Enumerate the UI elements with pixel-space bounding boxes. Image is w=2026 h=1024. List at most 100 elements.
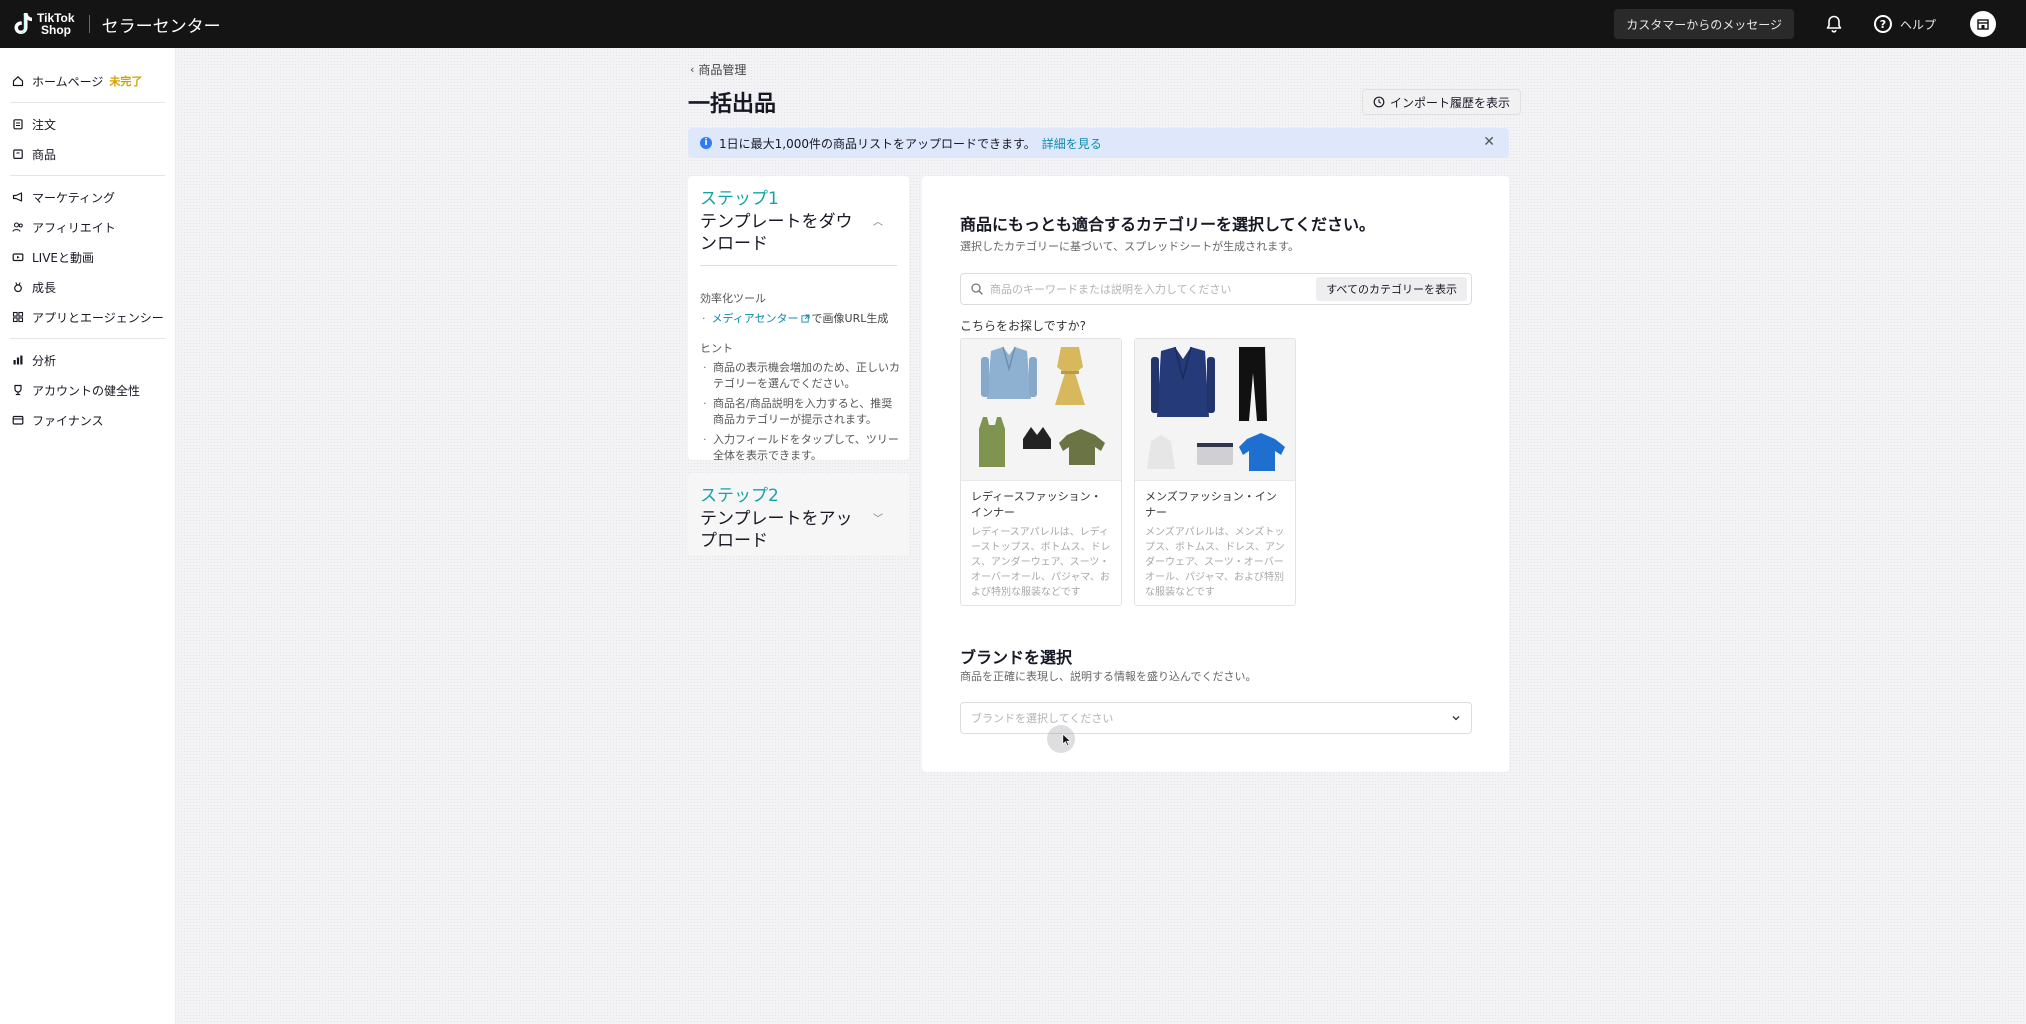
step2-header[interactable]: テンプレートをアップロード ﹀: [700, 508, 897, 552]
megaphone-icon: [12, 192, 23, 202]
category-search-input[interactable]: [984, 275, 1317, 303]
app-title: セラーセンター: [101, 16, 221, 37]
close-icon[interactable]: ✕: [1483, 134, 1495, 150]
sidebar-item-analytics[interactable]: 分析: [0, 345, 175, 375]
category-card-mens[interactable]: メンズファッション・インナー メンズアパレルは、メンズトップス、ボトムス、ドレス…: [1134, 338, 1296, 606]
breadcrumb[interactable]: ‹ 商品管理: [690, 61, 746, 78]
hint-item: 商品の表示機会増加のため、正しいカテゴリーを選んでください。: [700, 360, 900, 392]
breadcrumb-product-management: 商品管理: [698, 63, 747, 77]
brand-select[interactable]: ブランドを選択してください: [960, 702, 1472, 734]
sidebar-item-account-health[interactable]: アカウントの健全性: [0, 375, 175, 405]
wallet-icon: [12, 415, 24, 425]
shop-avatar[interactable]: [1970, 11, 1996, 37]
step1-panel: ステップ1 テンプレートをダウンロード ︿ 効率化ツール · メディアセンター …: [688, 176, 909, 462]
clock-icon: [1373, 96, 1385, 108]
category-title: 商品にもっとも適合するカテゴリーを選択してください。: [960, 215, 1376, 234]
chevron-left-icon: ‹: [690, 63, 695, 76]
mens-clothing-illustration: [1147, 346, 1285, 471]
sidebar-item-label: LIVEと動画: [32, 250, 95, 265]
media-center-link[interactable]: メディアセンター: [712, 310, 799, 326]
brand-subtitle: 商品を正確に表現し、説明する情報を盛り込んでください。: [960, 670, 1257, 683]
sidebar-item-apps-agency[interactable]: アプリとエージェンシー: [0, 302, 175, 332]
womens-clothing-illustration: [979, 346, 1105, 467]
question-icon: ?: [1873, 15, 1892, 33]
tiktok-note-icon: [14, 13, 32, 34]
logo-wordmark: TikTok Shop: [37, 12, 75, 36]
sidebar-item-growth[interactable]: 成長: [0, 272, 175, 302]
mens-fashion-image: [1135, 339, 1295, 481]
store-icon: [1977, 19, 1989, 30]
sidebar-item-label: アカウントの健全性: [32, 383, 141, 398]
brand-title: ブランドを選択: [960, 648, 1073, 667]
sidebar-item-live-video[interactable]: LIVEと動画: [0, 242, 175, 272]
step1-divider: [700, 265, 897, 266]
tool-line: · メディアセンター で画像URL生成: [700, 310, 897, 326]
sidebar-divider: [10, 175, 165, 176]
category-subtitle: 選択したカテゴリーに基づいて、スプレッドシートが生成されます。: [960, 240, 1300, 253]
chevron-up-icon: ︿: [873, 217, 883, 228]
step2-title: テンプレートをアップロード: [700, 509, 853, 551]
hint-item: 商品名/商品説明を入力すると、推奨商品カテゴリーが提示されます。: [700, 396, 900, 428]
tools-label: 効率化ツール: [700, 292, 766, 305]
info-banner: i 1日に最大1,000件の商品リストをアップロードできます。 詳細を見る ✕: [688, 128, 1509, 158]
mouse-pointer-icon: [1062, 733, 1072, 747]
bullet: ·: [702, 311, 706, 325]
help-button[interactable]: ? ヘルプ: [1873, 15, 1936, 33]
learn-more-link[interactable]: 詳細を見る: [1042, 135, 1102, 152]
step2-panel[interactable]: ステップ2 テンプレートをアップロード ﹀: [688, 473, 909, 556]
card-name: レディースファッション・インナー: [971, 490, 1102, 519]
chart-icon: [13, 355, 23, 365]
import-history-button[interactable]: インポート履歴を表示: [1362, 89, 1522, 115]
sidebar-item-finance[interactable]: ファイナンス: [0, 405, 175, 435]
medal-icon: [14, 282, 22, 293]
category-panel: 商品にもっとも適合するカテゴリーを選択してください。 選択したカテゴリーに基づい…: [922, 176, 1509, 772]
sidebar-item-orders[interactable]: 注文: [0, 109, 175, 139]
tiktok-shop-logo[interactable]: TikTok Shop: [12, 0, 75, 48]
customer-messages-button[interactable]: カスタマーからのメッセージ: [1614, 9, 1794, 39]
info-icon: i: [700, 137, 712, 149]
step1-title: テンプレートをダウンロード: [700, 212, 853, 254]
help-label: ヘルプ: [1899, 17, 1936, 32]
sidebar-item-label: アプリとエージェンシー: [32, 310, 164, 325]
import-history-label: インポート履歴を表示: [1390, 95, 1511, 110]
step1-number: ステップ1: [700, 189, 779, 209]
box-icon: [13, 149, 23, 159]
external-link-icon[interactable]: [800, 313, 810, 323]
sidebar-item-products[interactable]: 商品: [0, 139, 175, 169]
category-card-womens[interactable]: レディースファッション・インナー レディースアパレルは、レディーストップス、ボト…: [960, 338, 1122, 606]
hints-label: ヒント: [700, 342, 733, 355]
sidebar-item-label: 分析: [32, 353, 57, 368]
search-icon: [971, 283, 983, 295]
bell-icon[interactable]: [1824, 14, 1844, 34]
womens-fashion-image: [961, 339, 1121, 481]
clipboard-icon: [13, 119, 23, 130]
suggestion-label: こちらをお探しですか?: [960, 319, 1087, 333]
topbar-actions: カスタマーからのメッセージ ? ヘルプ: [1614, 0, 2026, 48]
chevron-down-icon: ﹀: [873, 514, 883, 525]
tool-suffix: で画像URL生成: [811, 312, 889, 325]
sidebar-item-marketing[interactable]: マーケティング: [0, 182, 175, 212]
sidebar-item-affiliate[interactable]: アフィリエイト: [0, 212, 175, 242]
card-description: レディースアパレルは、レディーストップス、ボトムス、ドレス、アンダーウェア、スー…: [971, 527, 1111, 598]
incomplete-badge: 未完了: [109, 75, 143, 88]
home-icon: [12, 75, 24, 87]
trophy-icon: [14, 384, 22, 396]
people-icon: [12, 222, 23, 232]
chevron-down-icon: [1452, 716, 1460, 721]
view-all-categories-button[interactable]: すべてのカテゴリーを表示: [1316, 277, 1467, 301]
step1-header[interactable]: テンプレートをダウンロード ︿: [700, 211, 897, 255]
page-title: 一括出品: [688, 92, 777, 117]
video-icon: [12, 253, 24, 262]
logo-separator: [88, 15, 90, 33]
card-name: メンズファッション・インナー: [1145, 490, 1277, 519]
sidebar-item-label: マーケティング: [32, 190, 116, 205]
sidebar-item-label: 成長: [32, 280, 57, 295]
sidebar-item-home[interactable]: ホームページ 未完了: [0, 66, 175, 96]
step2-number: ステップ2: [700, 486, 779, 506]
sidebar-item-label: アフィリエイト: [32, 220, 116, 235]
sidebar-item-label: 商品: [32, 147, 57, 162]
sidebar: ホームページ 未完了 注文 商品 マーケティング アフィリエイト LIVEと動画…: [0, 48, 176, 1024]
sidebar-divider: [10, 338, 165, 339]
logo-line2: Shop: [41, 23, 71, 37]
top-bar: TikTok Shop セラーセンター カスタマーからのメッセージ ? ヘルプ: [0, 0, 2026, 48]
